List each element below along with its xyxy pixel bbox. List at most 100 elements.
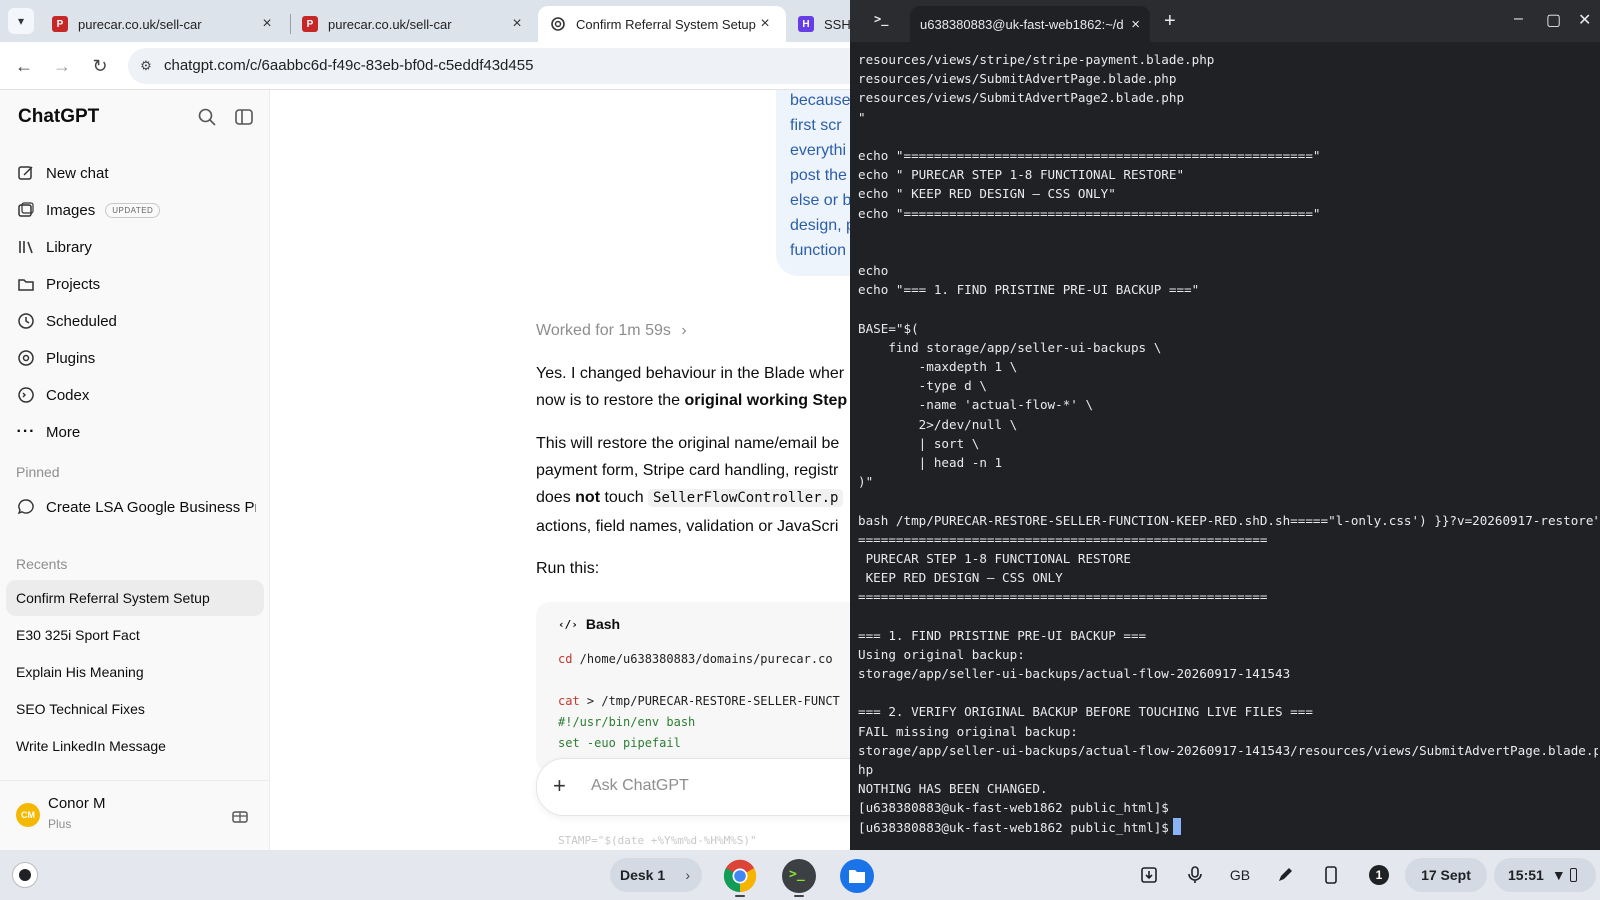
account-footer[interactable]: CM Conor M Plus xyxy=(0,780,270,850)
forward-icon[interactable]: → xyxy=(50,54,74,78)
sidebar-item-more[interactable]: ··· More xyxy=(16,415,256,449)
sidebar-item-library[interactable]: Library xyxy=(16,230,256,264)
sidebar-toggle-icon[interactable] xyxy=(233,106,255,128)
screen-capture-icon[interactable] xyxy=(1132,858,1166,892)
terminal-line: echo "=== 1. FIND PRISTINE PRE-UI BACKUP… xyxy=(858,282,1200,298)
terminal-output[interactable]: resources/views/stripe/stripe-payment.bl… xyxy=(858,50,1598,837)
close-icon[interactable]: × xyxy=(258,15,276,33)
notification-counter[interactable]: 1 xyxy=(1362,858,1396,892)
tab-strip: ▾ P purecar.co.uk/sell-car × P purecar.c… xyxy=(0,0,850,42)
recent-chat[interactable]: SEO Technical Fixes xyxy=(6,691,264,727)
terminal-line: KEEP RED DESIGN — CSS ONLY xyxy=(858,570,1063,586)
pinned-item-label: Create LSA Google Business Pro xyxy=(46,498,256,516)
recent-chat[interactable]: Confirm Referral System Setup xyxy=(6,580,264,616)
sidebar-item-label: Images xyxy=(46,201,96,219)
url-text[interactable]: chatgpt.com/c/6aabbc6d-f49c-83eb-bf0d-c5… xyxy=(164,57,533,74)
avatar[interactable]: CM xyxy=(16,803,40,827)
assistant-text: Run this: xyxy=(536,560,600,577)
message-text: because xyxy=(790,92,850,109)
phone-hub-icon[interactable] xyxy=(1314,858,1348,892)
search-icon[interactable] xyxy=(196,106,218,128)
assistant-text: This will restore the original name/emai… xyxy=(536,435,840,452)
brand-title[interactable]: ChatGPT xyxy=(18,106,99,128)
recent-chat[interactable]: E30 325i Sport Fact xyxy=(6,617,264,653)
updated-badge: UPDATED xyxy=(105,202,161,218)
sidebar-item-label: Codex xyxy=(46,386,90,404)
message-text: function xyxy=(790,242,847,259)
more-icon: ··· xyxy=(16,423,36,440)
tab-purecar-1[interactable]: P purecar.co.uk/sell-car × xyxy=(40,6,288,42)
message-text: post the xyxy=(790,167,847,184)
chat-bubble-icon xyxy=(16,497,36,517)
wifi-icon: ▼ xyxy=(1551,867,1566,883)
plus-icon[interactable]: + xyxy=(553,775,566,797)
tab-ssh[interactable]: H SSH xyxy=(786,6,850,42)
user-message-bubble: because first scr everythi post the else… xyxy=(776,90,850,276)
chrome-icon[interactable] xyxy=(723,859,757,893)
terminal-line: echo "==================================… xyxy=(858,147,1321,163)
terminal-line: resources/views/SubmitAdvertPage.blade.p… xyxy=(858,71,1177,87)
launcher-icon[interactable] xyxy=(12,862,38,888)
sidebar-item-label: Projects xyxy=(46,275,101,293)
composer-placeholder[interactable]: Ask ChatGPT xyxy=(591,777,689,795)
system-shelf: Desk 1 › >_ GB 1 17 Sept 15:51 ▼ xyxy=(0,850,1600,900)
files-app-icon[interactable] xyxy=(840,859,874,893)
sidebar-item-scheduled[interactable]: Scheduled xyxy=(16,304,256,338)
worked-for-label: Worked for 1m 59s xyxy=(536,322,671,339)
assistant-text: payment form, Stripe card handling, regi… xyxy=(536,462,839,479)
status-area[interactable]: 15:51 ▼ xyxy=(1494,858,1596,892)
recent-chat[interactable]: Explain His Meaning xyxy=(6,654,264,690)
site-settings-icon[interactable]: ⚙ xyxy=(136,56,156,76)
sidebar-item-projects[interactable]: Projects xyxy=(16,267,256,301)
close-icon[interactable]: × xyxy=(1131,16,1140,33)
address-bar[interactable]: ⚙ chatgpt.com/c/6aabbc6d-f49c-83eb-bf0d-… xyxy=(128,48,850,84)
terminal-line: [u638380883@uk-fast-web1862 public_html]… xyxy=(858,800,1169,816)
stylus-icon[interactable] xyxy=(1268,858,1302,892)
chat-composer[interactable]: + Ask ChatGPT xyxy=(536,758,850,816)
terminal-app-icon[interactable]: >_ xyxy=(782,859,816,893)
maximize-icon[interactable]: ▢ xyxy=(1546,10,1561,30)
terminal-line: === 1. FIND PRISTINE PRE-UI BACKUP === xyxy=(858,627,1147,643)
sidebar-item-label: Scheduled xyxy=(46,312,117,330)
sidebar-item-label: Plugins xyxy=(46,349,96,367)
tab-title: SSH xyxy=(824,16,850,32)
recent-chat[interactable]: Write LinkedIn Message xyxy=(6,728,264,764)
new-tab-icon[interactable]: + xyxy=(1164,10,1176,33)
date-pill[interactable]: 17 Sept xyxy=(1405,858,1487,892)
gift-icon[interactable] xyxy=(230,805,250,825)
terminal-line: | head -n 1 xyxy=(858,454,1003,470)
sidebar-item-images[interactable]: Images UPDATED xyxy=(16,193,256,227)
terminal-titlebar: >_ u638380883@uk-fast-web1862:~/d × + – … xyxy=(850,0,1600,42)
desk-switcher[interactable]: Desk 1 › xyxy=(610,858,702,892)
close-icon[interactable]: × xyxy=(756,15,774,33)
tab-chatgpt[interactable]: Confirm Referral System Setup × xyxy=(538,6,786,42)
worked-for-toggle[interactable]: Worked for 1m 59s › xyxy=(536,322,687,340)
sidebar-item-new-chat[interactable]: New chat xyxy=(16,156,256,190)
close-icon[interactable]: × xyxy=(508,15,526,33)
sidebar-item-plugins[interactable]: Plugins xyxy=(16,341,256,375)
chevron-right-icon: › xyxy=(685,867,690,883)
tab-title: Confirm Referral System Setup xyxy=(576,16,756,32)
minimize-icon[interactable]: – xyxy=(1514,10,1523,28)
recents-heading: Recents xyxy=(16,556,68,572)
codex-icon xyxy=(16,385,36,405)
terminal-line: storage/app/seller-ui-backups/actual-flo… xyxy=(858,742,1598,758)
tab-purecar-2[interactable]: P purecar.co.uk/sell-car × xyxy=(290,6,538,42)
sidebar-item-codex[interactable]: Codex xyxy=(16,378,256,412)
back-icon[interactable]: ← xyxy=(12,54,36,78)
code-line: cd /home/u638380883/domains/purecar.co xyxy=(558,652,833,666)
microphone-icon[interactable] xyxy=(1178,858,1212,892)
terminal-line: )" xyxy=(858,474,874,490)
sidebar-item-label: New chat xyxy=(46,164,109,182)
pinned-item[interactable]: Create LSA Google Business Pro xyxy=(16,490,256,524)
terminal-line: echo "==================================… xyxy=(858,205,1321,221)
input-method-indicator[interactable]: GB xyxy=(1222,858,1258,892)
close-window-icon[interactable]: ✕ xyxy=(1578,10,1591,30)
terminal-tab[interactable]: u638380883@uk-fast-web1862:~/d × xyxy=(910,6,1150,42)
hostinger-favicon: H xyxy=(798,16,814,32)
reload-icon[interactable]: ↻ xyxy=(88,54,112,78)
tab-title: purecar.co.uk/sell-car xyxy=(328,16,452,32)
tab-search-icon[interactable]: ▾ xyxy=(8,8,34,34)
